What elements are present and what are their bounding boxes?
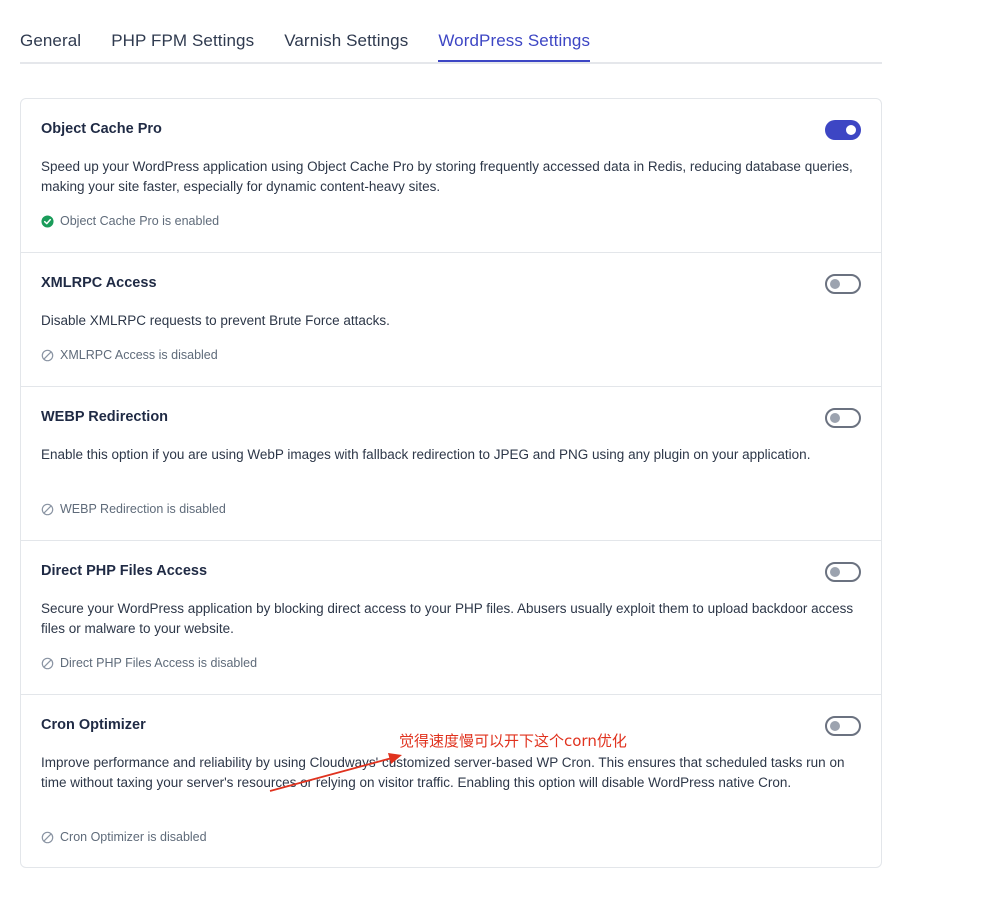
annotation-arrow-icon	[269, 753, 402, 792]
